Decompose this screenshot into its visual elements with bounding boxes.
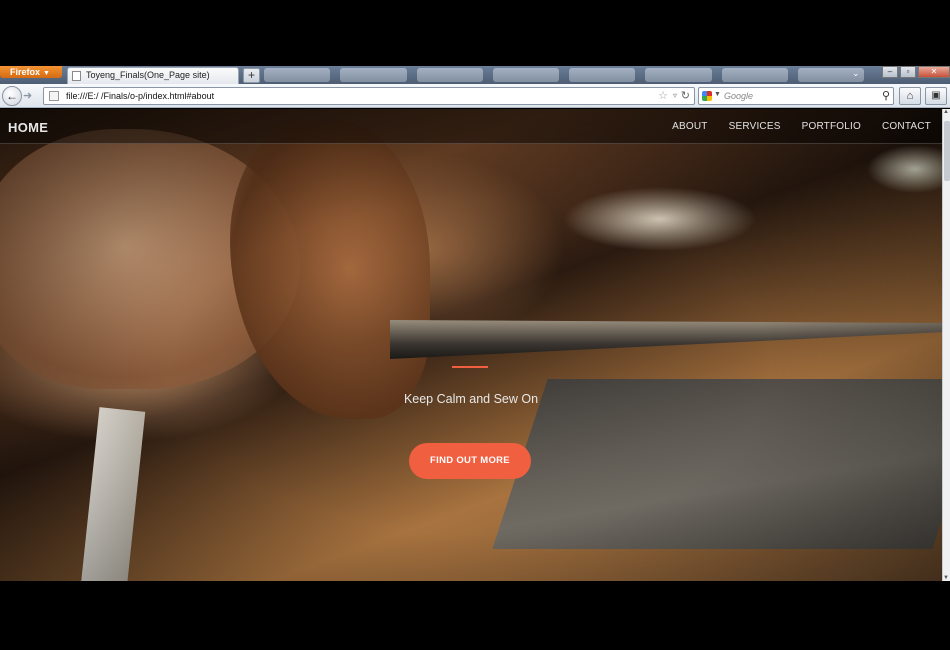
scroll-thumb[interactable] [944,121,950,181]
scroll-down-icon[interactable]: ▼ [943,575,949,581]
tab-active[interactable]: Toyeng_Finals(One_Page site) [67,67,239,84]
home-icon: ⌂ [906,90,914,102]
search-bar[interactable]: ▼ Google ⚲ [698,87,894,105]
hero-tagline: Keep Calm and Sew On [0,392,942,406]
site-menu: ABOUT SERVICES PORTFOLIO CONTACT [651,121,931,132]
addon-icon: ▣ [931,90,941,101]
page-scrollbar[interactable]: ▲ ▼ [942,109,950,581]
chevron-down-icon: ▼ [714,91,721,98]
background-tab[interactable] [721,68,788,82]
background-tab[interactable] [340,68,407,82]
page-icon [49,91,59,101]
reload-icon[interactable]: ↻ [681,89,690,102]
background-tabs [264,68,864,82]
forward-arrow-icon[interactable]: ➜ [23,89,32,102]
site-brand-home-link[interactable]: HOME [8,120,48,135]
magnifier-icon[interactable]: ⚲ [882,89,890,102]
address-bar[interactable]: file:///E:/ /Finals/o-p/index.html#about… [43,87,695,105]
site-navbar: HOME ABOUT SERVICES PORTFOLIO CONTACT [0,109,942,144]
home-button[interactable]: ⌂ [899,87,921,105]
bookmark-star-icon[interactable]: ☆ [658,89,668,102]
background-tab[interactable] [416,68,483,82]
tab-title: Toyeng_Finals(One_Page site) [86,70,210,80]
nav-link-services[interactable]: SERVICES [729,121,781,132]
search-engine-icon[interactable] [702,91,712,101]
search-placeholder: Google [724,91,754,101]
accent-divider [452,366,488,368]
background-tab[interactable] [645,68,712,82]
back-button[interactable]: ← [2,86,22,106]
firefox-menu-button[interactable]: Firefox ▼ [0,66,62,78]
maximize-button[interactable]: ▫ [900,66,916,78]
page-viewport: HOME ABOUT SERVICES PORTFOLIO CONTACT Ke… [0,109,942,581]
minimize-button[interactable]: – [882,66,898,78]
background-tab[interactable] [492,68,559,82]
url-history-chevron-icon[interactable]: ▿ [673,91,677,100]
url-text[interactable]: file:///E:/ /Finals/o-p/index.html#about [66,91,214,101]
close-button[interactable]: ✕ [918,66,950,78]
addon-button[interactable]: ▣ [925,87,947,105]
tab-list-chevron-icon[interactable]: ⌄ [852,68,860,79]
background-tab[interactable] [569,68,636,82]
firefox-menu-label: Firefox [10,67,41,77]
hero-overlay [0,109,942,581]
nav-link-about[interactable]: ABOUT [672,121,707,132]
nav-link-portfolio[interactable]: PORTFOLIO [802,121,861,132]
chevron-down-icon: ▼ [43,70,50,77]
hero-tagline-text: Keep Calm and Sew On [403,392,539,406]
scroll-up-icon[interactable]: ▲ [943,109,949,115]
back-arrow-icon: ← [6,89,18,103]
find-out-more-button[interactable]: FIND OUT MORE [409,443,531,479]
nav-link-contact[interactable]: CONTACT [882,121,931,132]
page-icon [72,71,81,81]
background-tab[interactable] [264,68,331,82]
new-tab-button[interactable]: + [243,68,260,83]
